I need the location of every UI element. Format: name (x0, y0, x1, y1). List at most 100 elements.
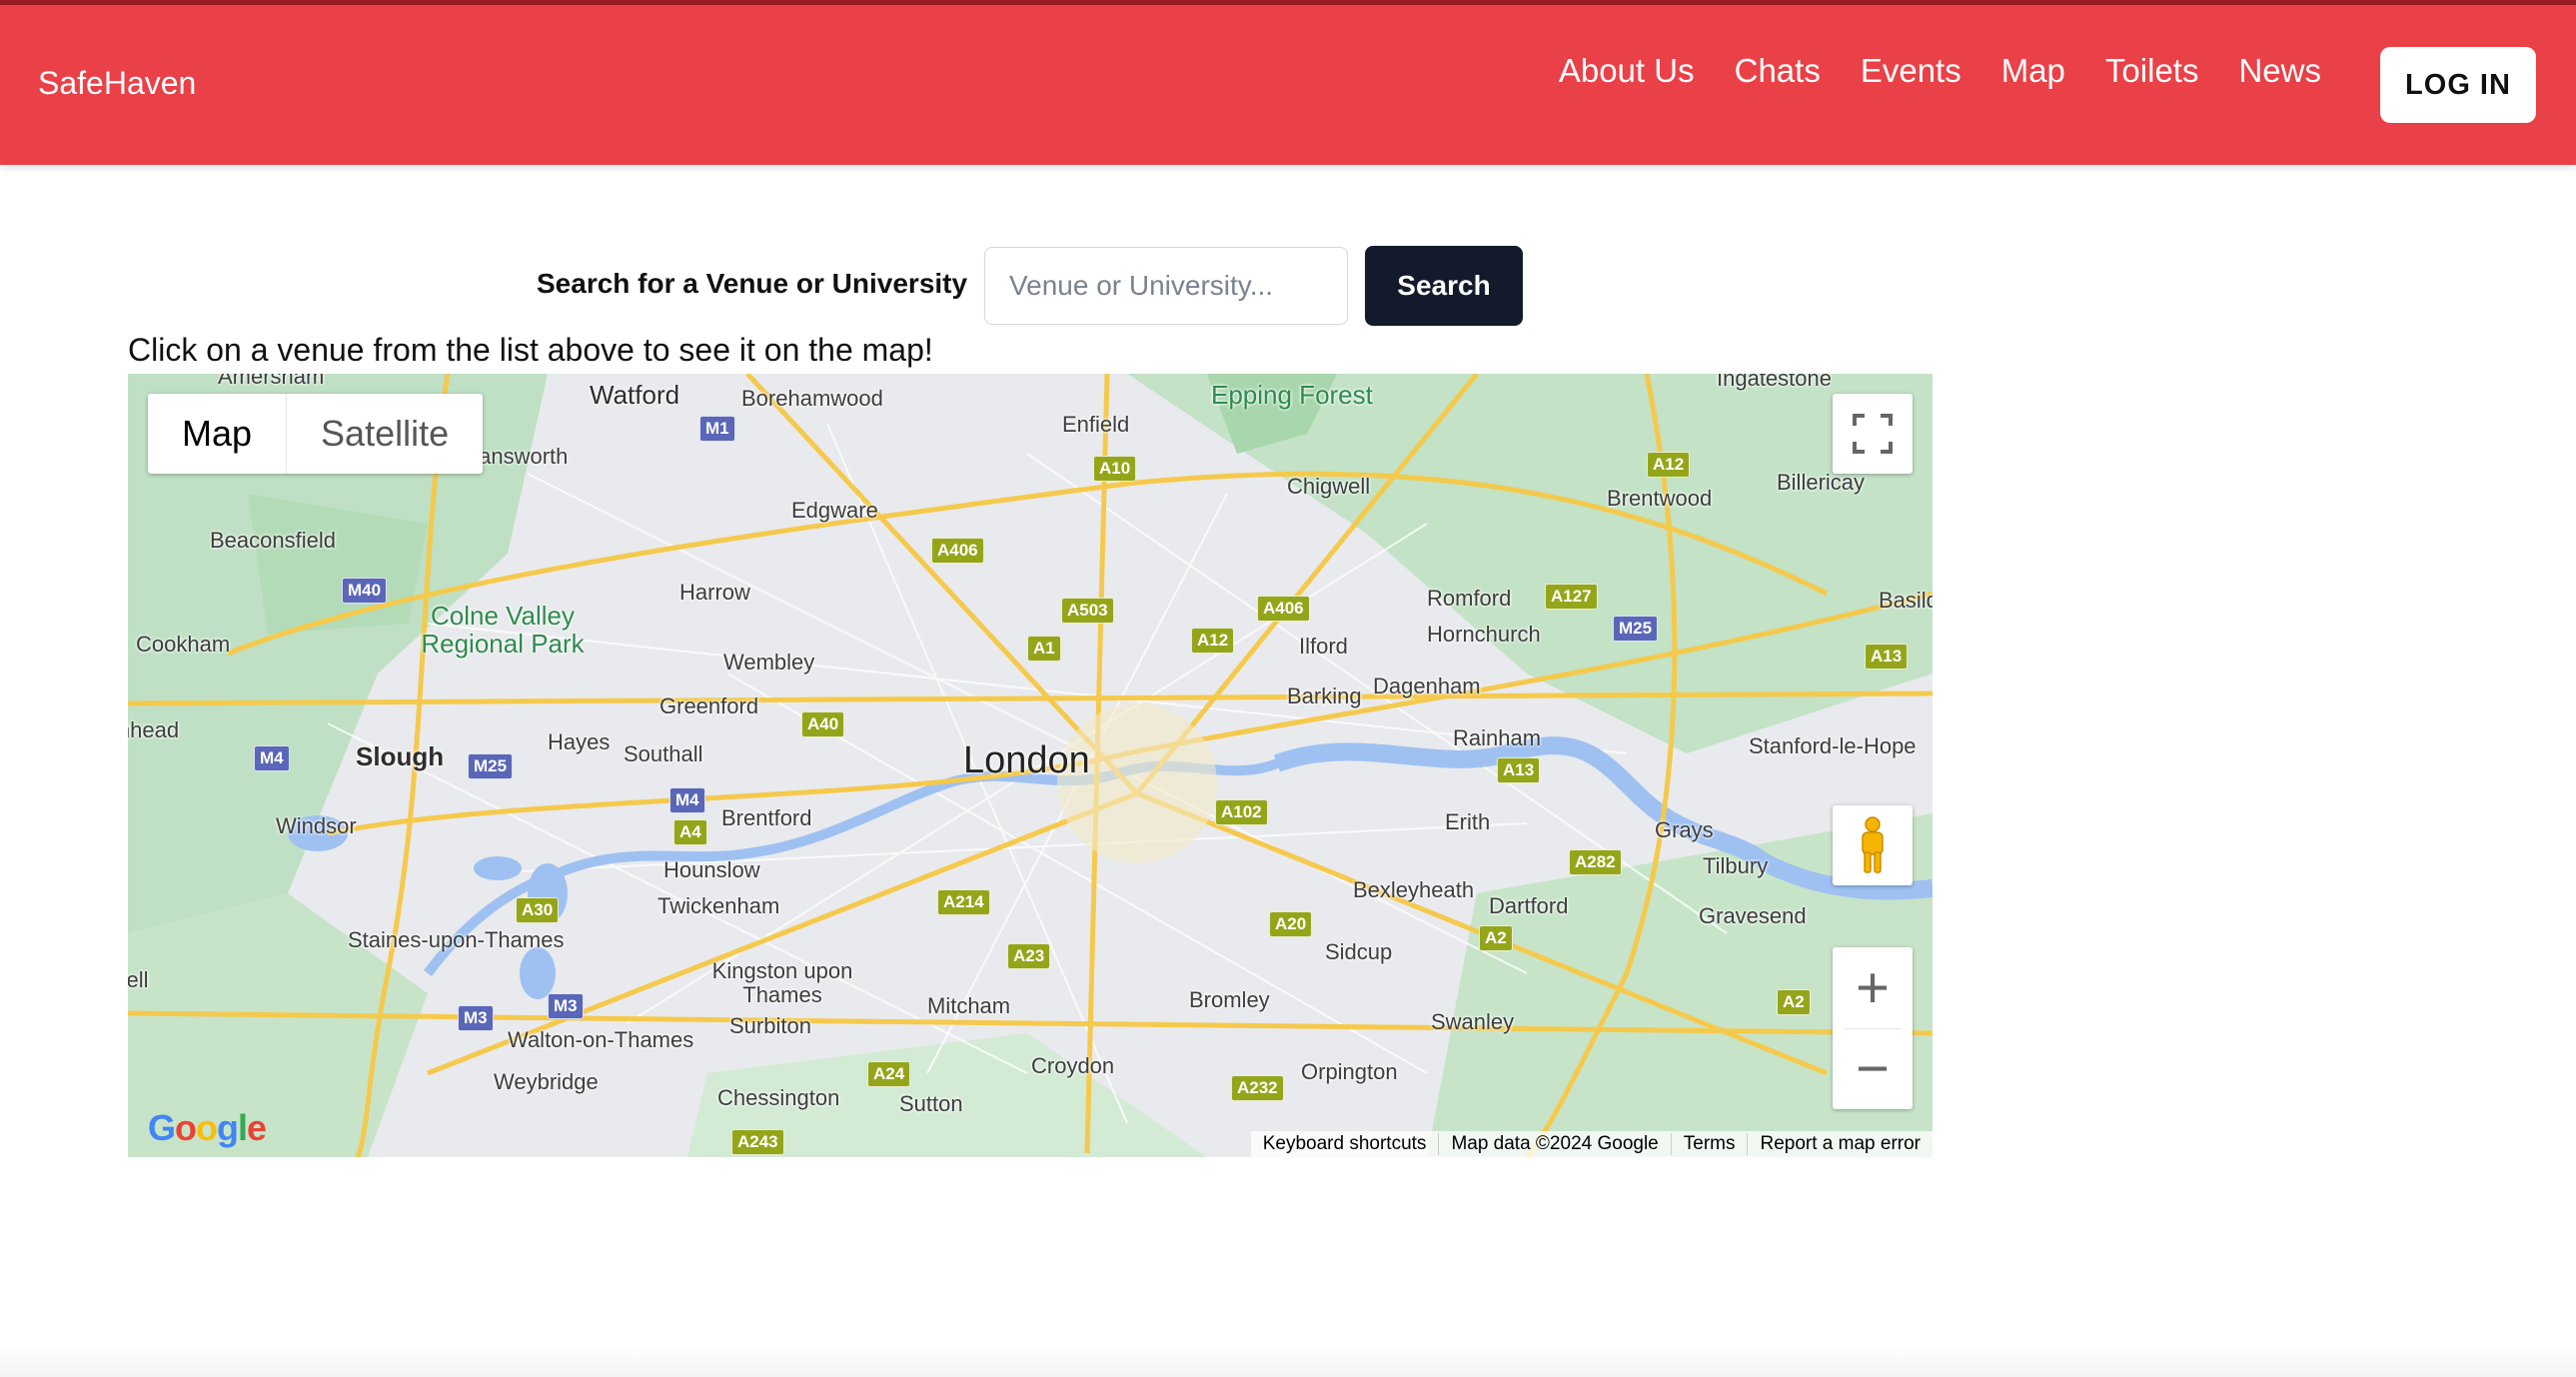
venue-search-input[interactable] (984, 247, 1348, 325)
fullscreen-icon (1853, 414, 1893, 454)
central-london-area (1057, 703, 1217, 863)
place-label: Kingston upon Thames (711, 958, 853, 1007)
place-label: Brentford (721, 805, 812, 830)
place-label: Staines-upon-Thames (348, 927, 565, 952)
nav-link-chats[interactable]: Chats (1735, 52, 1821, 90)
road-shield: A40 (801, 711, 845, 737)
zoom-out-icon[interactable]: − (1833, 1029, 1913, 1109)
road-shield: M3 (548, 993, 584, 1019)
place-label: Wembley (723, 650, 815, 675)
place-label: Southall (624, 741, 703, 766)
place-label: Beaconsfield (210, 528, 336, 553)
keyboard-shortcuts-link[interactable]: Keyboard shortcuts (1251, 1133, 1440, 1155)
place-label: Bromley (1189, 987, 1270, 1012)
google-logo: Google (148, 1107, 267, 1148)
map-type-satellite-button[interactable]: Satellite (287, 394, 483, 474)
road-shield: A20 (1269, 911, 1313, 937)
zoom-control: + − (1833, 947, 1913, 1109)
place-label: Harrow (679, 580, 750, 605)
pegman-icon (1862, 816, 1884, 873)
search-button[interactable]: Search (1365, 246, 1523, 326)
place-label: Mitcham (927, 993, 1011, 1018)
report-map-error-link[interactable]: Report a map error (1748, 1133, 1932, 1155)
brand-logo[interactable]: SafeHaven (38, 65, 196, 102)
road-shield: A1 (1027, 636, 1061, 662)
place-label: Ilford (1299, 634, 1348, 659)
road-shield: A12 (1191, 628, 1235, 654)
place-label: Watford (590, 380, 680, 410)
login-button[interactable]: LOG IN (2380, 47, 2536, 123)
place-label: Tilbury (1703, 853, 1769, 878)
place-label: Sutton (899, 1091, 963, 1116)
road-shield: A12 (1647, 452, 1691, 478)
place-label: Brentwood (1607, 486, 1713, 511)
map-view[interactable]: Amersham Watford Borehamwood Enfield Epp… (128, 374, 1932, 1157)
road-shield: M4 (669, 787, 705, 813)
place-label: Edgware (791, 498, 878, 523)
place-label: Hornchurch (1427, 622, 1541, 647)
place-label: Greenford (659, 693, 759, 718)
zoom-in-icon[interactable]: + (1833, 948, 1913, 1028)
place-label: Slough (356, 741, 445, 771)
road-shield: A10 (1093, 456, 1137, 482)
place-label: Walton-on-Thames (508, 1027, 694, 1052)
road-shield: M4 (254, 745, 290, 771)
road-shield: A2 (1777, 989, 1811, 1015)
place-label: Barking (1287, 684, 1362, 708)
road-shield: A406 (931, 538, 984, 564)
place-label: Swanley (1431, 1009, 1515, 1034)
road-shield: A406 (1257, 596, 1310, 622)
road-shield: A232 (1231, 1075, 1284, 1101)
nav-link-news[interactable]: News (2238, 52, 2321, 90)
place-label: Amersham (218, 374, 325, 389)
road-shield: A24 (867, 1061, 911, 1087)
terms-link[interactable]: Terms (1672, 1133, 1749, 1155)
place-label: Hayes (548, 729, 611, 754)
nav-links: About Us Chats Events Map Toilets News (1559, 52, 2321, 90)
road-shield: A30 (516, 897, 560, 923)
place-label: Romford (1427, 586, 1512, 611)
road-shield: M1 (699, 416, 735, 442)
place-label: Basildon (1879, 588, 1932, 613)
search-label: Search for a Venue or University (537, 268, 968, 299)
road-shield: M40 (342, 578, 388, 604)
place-label: Chessington (717, 1085, 840, 1110)
road-shield: A102 (1215, 799, 1268, 825)
place-label: Gravesend (1699, 903, 1807, 928)
road-shield: A282 (1569, 849, 1622, 875)
road-shield: A127 (1545, 584, 1598, 610)
place-label: Dagenham (1373, 674, 1481, 698)
place-label: Orpington (1301, 1059, 1398, 1084)
footer-edge (0, 1345, 2576, 1377)
road-shield: A13 (1497, 757, 1541, 783)
place-label: Twickenham (657, 893, 780, 918)
road-shield: A4 (673, 819, 707, 845)
place-label: Dartford (1489, 893, 1569, 918)
road-shield: A503 (1061, 598, 1114, 624)
place-label: Enfield (1062, 412, 1130, 437)
road-shield: M25 (1613, 616, 1659, 642)
place-label: Grays (1655, 817, 1714, 842)
map-type-control: Map Satellite (148, 394, 484, 474)
place-label: Croydon (1031, 1053, 1115, 1078)
map-attribution-bar: Keyboard shortcuts Map data ©2024 Google… (1250, 1131, 1932, 1157)
road-shield: A243 (731, 1129, 784, 1155)
nav-link-map[interactable]: Map (2001, 52, 2065, 90)
map-data-credit: Map data ©2024 Google (1439, 1133, 1672, 1155)
nav-link-events[interactable]: Events (1861, 52, 1961, 90)
place-label: Borehamwood (741, 386, 883, 411)
map-type-map-button[interactable]: Map (148, 394, 288, 474)
place-label: Colne Valley Regional Park (421, 601, 585, 659)
place-label: Bexleyheath (1353, 877, 1475, 902)
place-label: Erith (1445, 809, 1491, 834)
place-label: Rainham (1453, 725, 1542, 750)
place-label: Maidenhead (128, 717, 180, 742)
road-shield: M3 (458, 1005, 494, 1031)
nav-link-about-us[interactable]: About Us (1559, 52, 1695, 90)
place-label: Surbiton (729, 1013, 811, 1038)
nav-link-toilets[interactable]: Toilets (2105, 52, 2199, 90)
fullscreen-button[interactable] (1833, 394, 1913, 474)
street-view-pegman-button[interactable] (1833, 805, 1913, 885)
place-label: Sidcup (1325, 939, 1393, 964)
road-shield: A13 (1865, 644, 1909, 670)
